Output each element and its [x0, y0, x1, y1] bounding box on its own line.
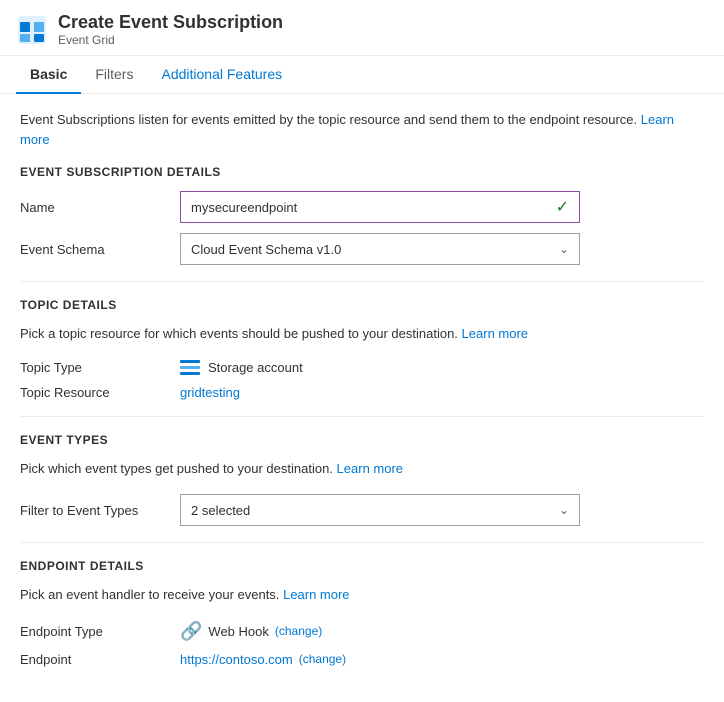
endpoint-type-row: Endpoint Type 🔗 Web Hook (change): [20, 621, 704, 642]
event-subscription-details-section: EVENT SUBSCRIPTION DETAILS Name mysecure…: [20, 165, 704, 265]
name-label: Name: [20, 200, 180, 215]
endpoint-details-info: Pick an event handler to receive your ev…: [20, 585, 704, 605]
event-types-title: EVENT TYPES: [20, 433, 704, 447]
page-header: Create Event Subscription Event Grid: [0, 0, 724, 56]
topic-resource-label: Topic Resource: [20, 385, 180, 400]
topic-resource-row: Topic Resource gridtesting: [20, 385, 704, 400]
tab-additional-features[interactable]: Additional Features: [147, 56, 296, 94]
divider-1: [20, 281, 704, 282]
topic-type-label: Topic Type: [20, 360, 180, 375]
endpoint-details-title: ENDPOINT DETAILS: [20, 559, 704, 573]
topic-resource-value: gridtesting: [180, 385, 704, 400]
filter-event-types-row: Filter to Event Types 2 selected ⌄: [20, 494, 704, 526]
endpoint-type-label: Endpoint Type: [20, 624, 180, 639]
filter-event-types-dropdown[interactable]: 2 selected ⌄: [180, 494, 580, 526]
topic-details-section: TOPIC DETAILS Pick a topic resource for …: [20, 298, 704, 400]
tab-bar: Basic Filters Additional Features: [0, 56, 724, 94]
topic-type-row: Topic Type Storage account: [20, 360, 704, 375]
endpoint-change-link[interactable]: (change): [299, 652, 346, 666]
event-types-info: Pick which event types get pushed to you…: [20, 459, 704, 479]
endpoint-url-link[interactable]: https://contoso.com: [180, 652, 293, 667]
name-input[interactable]: mysecureendpoint ✓: [180, 191, 580, 223]
endpoint-value: https://contoso.com (change): [180, 652, 704, 667]
webhook-icon: 🔗: [180, 621, 202, 642]
page-subtitle: Event Grid: [58, 33, 283, 47]
topic-learn-more-link[interactable]: Learn more: [462, 326, 528, 341]
divider-2: [20, 416, 704, 417]
name-input-wrapper: mysecureendpoint ✓: [180, 191, 704, 223]
name-row: Name mysecureendpoint ✓: [20, 191, 704, 223]
event-schema-label: Event Schema: [20, 242, 180, 257]
event-grid-icon: [16, 14, 48, 46]
filter-event-types-dropdown-wrapper: 2 selected ⌄: [180, 494, 704, 526]
tab-filters[interactable]: Filters: [81, 56, 147, 94]
endpoint-type-value: 🔗 Web Hook (change): [180, 621, 704, 642]
endpoint-type-change-link[interactable]: (change): [275, 624, 322, 638]
storage-account-icon: [180, 360, 200, 374]
main-content: Event Subscriptions listen for events em…: [0, 94, 724, 693]
topic-resource-link[interactable]: gridtesting: [180, 385, 240, 400]
topic-details-info: Pick a topic resource for which events s…: [20, 324, 704, 344]
event-types-section: EVENT TYPES Pick which event types get p…: [20, 433, 704, 527]
divider-3: [20, 542, 704, 543]
event-types-learn-more-link[interactable]: Learn more: [337, 461, 403, 476]
page-title: Create Event Subscription: [58, 12, 283, 33]
chevron-down-icon: ⌄: [559, 242, 569, 256]
info-paragraph: Event Subscriptions listen for events em…: [20, 110, 704, 149]
endpoint-row: Endpoint https://contoso.com (change): [20, 652, 704, 667]
endpoint-learn-more-link[interactable]: Learn more: [283, 587, 349, 602]
endpoint-label: Endpoint: [20, 652, 180, 667]
event-schema-dropdown-wrapper: Cloud Event Schema v1.0 ⌄: [180, 233, 704, 265]
endpoint-details-section: ENDPOINT DETAILS Pick an event handler t…: [20, 559, 704, 667]
header-text: Create Event Subscription Event Grid: [58, 12, 283, 47]
topic-type-value: Storage account: [180, 360, 704, 375]
topic-details-title: TOPIC DETAILS: [20, 298, 704, 312]
validation-check-icon: ✓: [556, 197, 569, 217]
event-schema-row: Event Schema Cloud Event Schema v1.0 ⌄: [20, 233, 704, 265]
tab-basic[interactable]: Basic: [16, 56, 81, 94]
chevron-down-icon-2: ⌄: [559, 503, 569, 517]
event-subscription-details-title: EVENT SUBSCRIPTION DETAILS: [20, 165, 704, 179]
filter-event-types-label: Filter to Event Types: [20, 503, 180, 518]
event-schema-dropdown[interactable]: Cloud Event Schema v1.0 ⌄: [180, 233, 580, 265]
